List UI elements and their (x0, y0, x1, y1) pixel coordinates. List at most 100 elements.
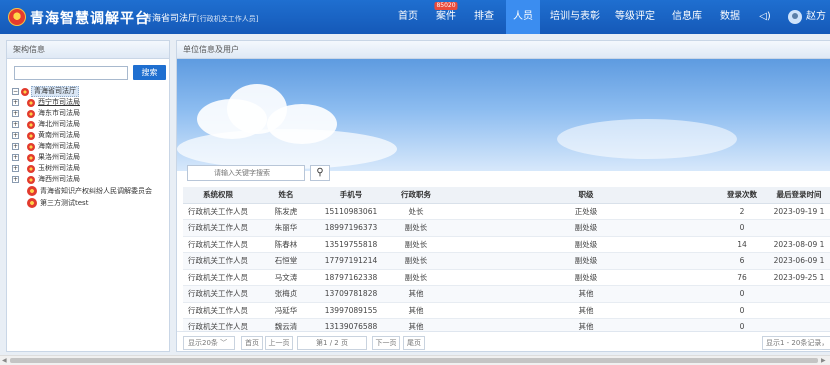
nav-data[interactable]: 数据 (714, 0, 746, 34)
nav-info-library-label: 信息库 (672, 11, 702, 22)
cell-last-login: 2023-09-25 1 (761, 269, 830, 286)
table-row[interactable]: 行政机关工作人员 朱丽华 18997196373 副处长 副处级 0 (183, 219, 830, 237)
page-size-select[interactable]: 显示20条 ﹀ (183, 336, 235, 350)
expand-icon[interactable]: + (12, 99, 19, 106)
expand-icon[interactable]: + (12, 154, 19, 161)
last-page-button[interactable]: 尾页 (403, 336, 425, 350)
avatar[interactable] (788, 10, 802, 24)
tree-node-root[interactable]: − 青海省司法厅 (10, 86, 168, 97)
collapse-icon[interactable]: − (12, 88, 19, 95)
column-header[interactable]: 手机号 (319, 187, 383, 204)
page-size-label: 显示20条 (188, 339, 218, 347)
cell-name: 陈春林 (253, 236, 319, 253)
cell-phone: 17797191214 (319, 252, 383, 270)
expand-icon[interactable]: + (12, 176, 19, 183)
column-header[interactable]: 系统权限 (183, 187, 253, 204)
column-header[interactable]: 最后登录时间 (761, 187, 830, 204)
horizontal-scrollbar[interactable]: ◀ ▶ (0, 355, 830, 365)
cell-permission: 行政机关工作人员 (183, 219, 253, 237)
nav-cases-label: 案件 (436, 11, 456, 22)
scroll-left-icon[interactable]: ◀ (2, 357, 7, 364)
cell-position: 副处长 (383, 252, 449, 270)
cell-position: 其他 (383, 285, 449, 303)
nav-info-library[interactable]: 信息库 (668, 0, 706, 34)
column-header[interactable]: 职级 (449, 187, 719, 204)
expand-icon[interactable]: + (12, 143, 19, 150)
org-emblem-icon (27, 121, 35, 129)
cases-count-badge: 85020 (434, 2, 458, 10)
expand-icon[interactable]: + (12, 110, 19, 117)
org-search-input[interactable] (14, 66, 128, 80)
tree-node[interactable]: + 海东市司法局 (10, 108, 168, 119)
expand-icon[interactable]: + (12, 121, 19, 128)
nav-personnel-label: 人员 (513, 11, 533, 22)
nav-cases[interactable]: 85020 案件 (430, 0, 462, 34)
table-row[interactable]: 行政机关工作人员 陈发虎 15110983061 处长 正处级 2 2023-0… (183, 203, 830, 220)
search-button[interactable]: ⚲ (310, 165, 330, 181)
users-table: 系统权限 姓名 手机号 行政职务 职级 登录次数 最后登录时间 行政机关工作人员… (183, 187, 830, 336)
nav-home[interactable]: 首页 (392, 0, 424, 34)
nav-training[interactable]: 培训与表彰 (546, 0, 604, 34)
first-page-button[interactable]: 首页 (241, 336, 263, 350)
tree-node-label: 果洛州司法局 (38, 153, 80, 161)
cell-permission: 行政机关工作人员 (183, 236, 253, 253)
column-header[interactable]: 登录次数 (719, 187, 761, 204)
tree-node[interactable]: 青海省知识产权纠纷人民调解委员会 (10, 185, 168, 197)
column-header[interactable]: 行政职务 (383, 187, 449, 204)
nav-screening[interactable]: 排查 (468, 0, 500, 34)
tree-node[interactable]: + 海西州司法局 (10, 174, 168, 185)
cell-name: 陈发虎 (253, 203, 319, 220)
unit-users-panel: 单位信息及用户 ▼ ⚲ 系统权限 姓名 手机号 行政职务 职级 登录次数 最后登… (176, 40, 830, 352)
tree-node[interactable]: + 果洛州司法局 (10, 152, 168, 163)
app-title: 青海智慧调解平台 (30, 11, 150, 27)
tree-node[interactable]: + 海北州司法局 (10, 119, 168, 130)
prev-page-button[interactable]: 上一页 (265, 336, 293, 350)
scrollbar-thumb[interactable] (10, 358, 818, 363)
expand-icon[interactable]: + (12, 132, 19, 139)
org-emblem-icon (27, 132, 35, 140)
nav-personnel[interactable]: 人员 (506, 0, 540, 34)
user-name[interactable]: 赵方 (806, 0, 826, 34)
cell-login-count: 0 (719, 285, 761, 303)
org-emblem-icon (27, 110, 35, 118)
nav-data-label: 数据 (720, 11, 740, 22)
table-row[interactable]: 行政机关工作人员 冯延华 13997089155 其他 其他 0 (183, 302, 830, 319)
nav-training-label: 培训与表彰 (550, 11, 600, 22)
tree-node[interactable]: + 黄南州司法局 (10, 130, 168, 141)
org-emblem-icon (27, 165, 35, 173)
cell-login-count: 2 (719, 203, 761, 220)
tree-node-label: 海西州司法局 (38, 175, 80, 183)
org-name-text: 青海省司法厅 (143, 14, 198, 24)
table-row[interactable]: 行政机关工作人员 马文涛 18797162338 副处长 副处级 76 2023… (183, 269, 830, 286)
org-role: [行政机关工作人员] (197, 15, 259, 23)
cell-rank: 副处级 (449, 269, 719, 286)
table-header-row: 系统权限 姓名 手机号 行政职务 职级 登录次数 最后登录时间 (183, 187, 830, 204)
cell-position: 其他 (383, 302, 449, 319)
org-name: 青海省司法厅[行政机关工作人员] (143, 11, 258, 24)
tree-node[interactable]: + 西宁市司法局 (10, 97, 168, 108)
table-row[interactable]: 行政机关工作人员 石恒堂 17797191214 副处长 副处级 6 2023-… (183, 252, 830, 270)
next-page-button[interactable]: 下一页 (372, 336, 400, 350)
tree-node[interactable]: + 玉树州司法局 (10, 163, 168, 174)
org-search-button[interactable]: 搜索 (133, 65, 166, 80)
cell-rank: 其他 (449, 302, 719, 319)
cell-position: 处长 (383, 203, 449, 220)
expand-icon[interactable]: + (12, 165, 19, 172)
scroll-right-icon[interactable]: ▶ (821, 357, 826, 364)
tree-node[interactable]: 第三方测试test (10, 197, 168, 209)
cell-permission: 行政机关工作人员 (183, 285, 253, 303)
org-emblem-icon (27, 186, 37, 196)
cell-rank: 正处级 (449, 203, 719, 220)
org-emblem-icon (21, 88, 29, 96)
keyword-search-input[interactable] (187, 165, 305, 181)
record-summary: 显示1 - 20条记录， (762, 336, 830, 350)
tree-node[interactable]: + 海南州司法局 (10, 141, 168, 152)
column-header[interactable]: 姓名 (253, 187, 319, 204)
cloud-shape (177, 129, 397, 169)
table-row[interactable]: 行政机关工作人员 陈春林 13519755818 副处长 副处级 14 2023… (183, 236, 830, 253)
table-row[interactable]: 行政机关工作人员 张梅贞 13709781828 其他 其他 0 (183, 285, 830, 303)
chevron-down-icon: ﹀ (220, 339, 228, 347)
speaker-icon[interactable]: ◁) (758, 10, 772, 24)
cell-login-count: 6 (719, 252, 761, 270)
nav-rating[interactable]: 等级评定 (612, 0, 658, 34)
